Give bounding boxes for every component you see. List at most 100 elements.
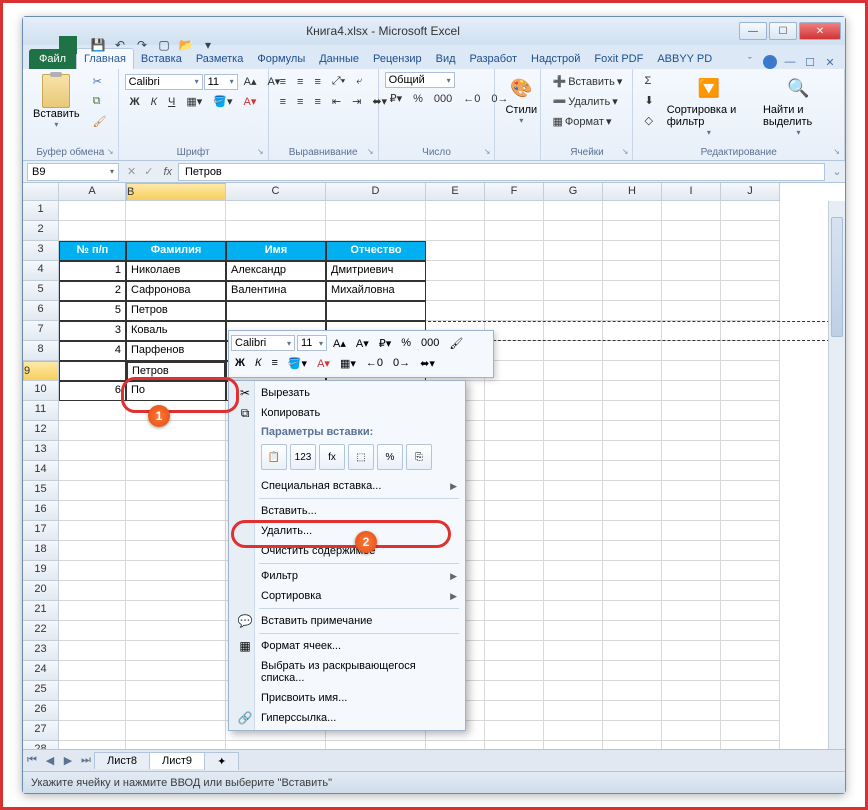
cell[interactable] (326, 221, 426, 241)
cell[interactable]: Александр (226, 261, 326, 281)
align-center-button[interactable]: ≡ (292, 93, 308, 111)
paste-opt-formulas[interactable]: fx (319, 444, 345, 470)
cell[interactable] (721, 421, 780, 441)
cell[interactable] (721, 301, 780, 321)
italic-button[interactable]: К (146, 93, 162, 111)
mini-font-color[interactable]: A▾ (313, 355, 334, 372)
cell[interactable] (126, 601, 226, 621)
cell[interactable] (226, 201, 326, 221)
row-header-28[interactable]: 28 (23, 741, 59, 749)
row-header-7[interactable]: 7 (23, 321, 59, 341)
sheet-nav-first[interactable]: ⏮ (23, 752, 41, 770)
cell[interactable] (485, 661, 544, 681)
row-header-12[interactable]: 12 (23, 421, 59, 441)
cell[interactable] (426, 741, 485, 749)
cell[interactable] (603, 721, 662, 741)
align-top-button[interactable]: ≡ (275, 73, 291, 91)
cell[interactable] (721, 221, 780, 241)
cell[interactable] (662, 661, 721, 681)
cell[interactable]: Сафронова (126, 281, 226, 301)
delete-cells-button[interactable]: ➖ Удалить ▾ (547, 92, 622, 111)
cell[interactable] (126, 581, 226, 601)
cell[interactable] (721, 641, 780, 661)
cell[interactable] (544, 221, 603, 241)
cell[interactable] (662, 701, 721, 721)
col-header-D[interactable]: D (326, 183, 426, 201)
cell[interactable] (226, 221, 326, 241)
tab-data[interactable]: Данные (312, 49, 366, 69)
mini-size-select[interactable]: 11▾ (297, 335, 327, 351)
cell[interactable] (126, 721, 226, 741)
cell[interactable] (603, 341, 662, 361)
cell[interactable] (485, 381, 544, 401)
cell[interactable]: Фамилия (126, 241, 226, 261)
cell[interactable] (662, 341, 721, 361)
cell[interactable] (544, 541, 603, 561)
cell[interactable] (662, 521, 721, 541)
row-header-13[interactable]: 13 (23, 441, 59, 461)
fx-button[interactable]: fx (157, 166, 178, 178)
cell[interactable] (603, 601, 662, 621)
cell[interactable] (126, 221, 226, 241)
cell[interactable] (59, 401, 126, 421)
cell[interactable] (603, 241, 662, 261)
font-color-button[interactable]: A▾ (239, 92, 262, 111)
cell[interactable] (721, 381, 780, 401)
cell[interactable]: 3 (59, 321, 126, 341)
cell[interactable] (544, 361, 603, 381)
styles-button[interactable]: 🎨 Стили▾ (501, 72, 541, 127)
tab-view[interactable]: Вид (429, 49, 463, 69)
cell[interactable] (544, 421, 603, 441)
cell[interactable] (603, 481, 662, 501)
cell[interactable] (59, 421, 126, 441)
cm-name[interactable]: Присвоить имя... (231, 688, 463, 708)
cell[interactable] (59, 521, 126, 541)
cell[interactable] (59, 501, 126, 521)
cell[interactable] (662, 681, 721, 701)
cell[interactable]: 4 (59, 341, 126, 361)
tab-addins[interactable]: Надстрой (524, 49, 587, 69)
cell[interactable] (721, 521, 780, 541)
cell[interactable]: Парфенов (126, 341, 226, 361)
row-header-1[interactable]: 1 (23, 201, 59, 221)
mini-align[interactable]: ≡ (267, 355, 281, 371)
insert-cells-button[interactable]: ➕ Вставить ▾ (547, 72, 627, 91)
cell[interactable] (485, 241, 544, 261)
qat-redo[interactable]: ↷ (133, 36, 151, 54)
col-header-H[interactable]: H (603, 183, 662, 201)
cell[interactable] (662, 501, 721, 521)
tab-formulas[interactable]: Формулы (250, 49, 312, 69)
cell[interactable] (59, 741, 126, 749)
cell[interactable] (485, 461, 544, 481)
cell[interactable]: 5 (59, 301, 126, 321)
cell[interactable] (662, 641, 721, 661)
mini-comma[interactable]: 000 (417, 335, 443, 351)
expand-formula-bar[interactable]: ⌄ (829, 165, 845, 178)
cell[interactable] (662, 421, 721, 441)
col-header-I[interactable]: I (662, 183, 721, 201)
cell[interactable] (485, 701, 544, 721)
cell[interactable] (721, 321, 780, 341)
cell[interactable] (485, 561, 544, 581)
cell[interactable] (544, 561, 603, 581)
orientation-button[interactable]: ⤢▾ (327, 72, 350, 91)
underline-button[interactable]: Ч (163, 93, 180, 111)
cell[interactable] (126, 661, 226, 681)
row-header-24[interactable]: 24 (23, 661, 59, 681)
col-header-F[interactable]: F (485, 183, 544, 201)
cell[interactable] (721, 201, 780, 221)
cell[interactable]: Михайловна (326, 281, 426, 301)
increase-indent-button[interactable]: ⇥ (347, 92, 366, 111)
paste-opt-all[interactable]: 📋 (261, 444, 287, 470)
cut-button[interactable]: ✂ (88, 72, 112, 91)
cm-delete[interactable]: Удалить... (231, 521, 463, 541)
row-header-6[interactable]: 6 (23, 301, 59, 321)
cell[interactable] (59, 221, 126, 241)
cell[interactable] (485, 201, 544, 221)
cell[interactable] (544, 701, 603, 721)
tab-developer[interactable]: Разработ (463, 49, 524, 69)
cell[interactable] (662, 461, 721, 481)
cell[interactable] (544, 481, 603, 501)
cell[interactable] (603, 501, 662, 521)
row-header-11[interactable]: 11 (23, 401, 59, 421)
